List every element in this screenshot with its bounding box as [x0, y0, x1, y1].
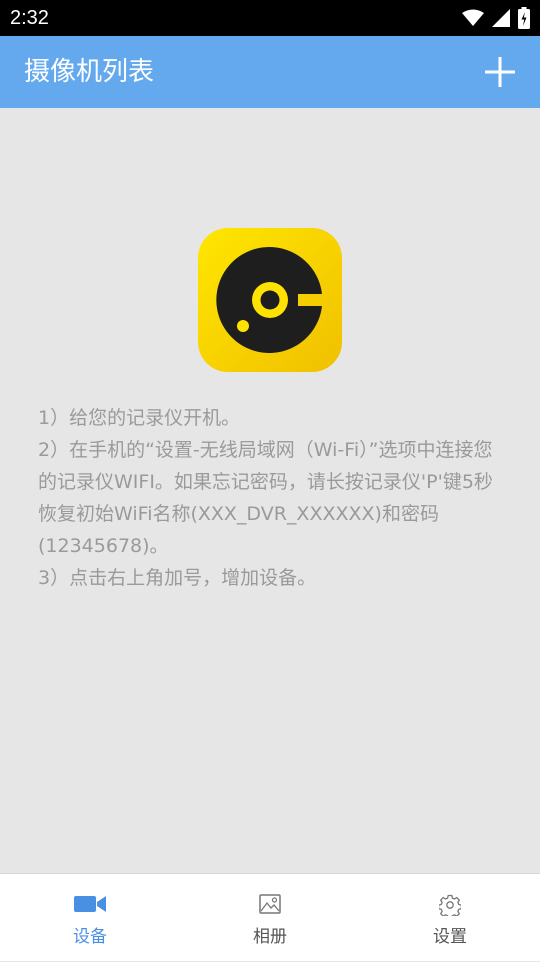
video-camera-icon	[74, 894, 106, 914]
signal-icon	[492, 9, 510, 27]
status-icons	[462, 7, 530, 29]
nav-label-album: 相册	[253, 927, 287, 947]
battery-icon	[518, 7, 530, 29]
app-logo	[198, 228, 342, 372]
bottom-nav: 设备 相册 设置	[0, 873, 540, 961]
status-time: 2:32	[10, 7, 49, 29]
nav-item-devices[interactable]: 设备	[0, 874, 180, 962]
plus-icon	[485, 57, 515, 87]
wifi-icon	[462, 9, 484, 27]
app-bar: 摄像机列表	[0, 36, 540, 108]
nav-label-devices: 设备	[73, 927, 107, 947]
setup-instructions: 1）给您的记录仪开机。 2）在手机的“设置-无线局域网（Wi-Fi）”选项中连接…	[38, 402, 508, 594]
instruction-step-3: 3）点击右上角加号，增加设备。	[38, 567, 317, 589]
status-bar: 2:32	[0, 0, 540, 36]
instruction-step-2: 2）在手机的“设置-无线局域网（Wi-Fi）”选项中连接您的记录仪WIFI。如果…	[38, 439, 493, 557]
camera-list-empty-state: 1）给您的记录仪开机。 2）在手机的“设置-无线局域网（Wi-Fi）”选项中连接…	[0, 108, 540, 873]
nav-label-settings: 设置	[433, 927, 467, 947]
image-icon	[259, 894, 281, 914]
instruction-step-1: 1）给您的记录仪开机。	[38, 407, 241, 429]
nav-item-settings[interactable]: 设置	[360, 874, 540, 962]
add-camera-button[interactable]	[484, 56, 516, 88]
page-title: 摄像机列表	[24, 57, 155, 87]
nav-item-album[interactable]: 相册	[180, 874, 360, 962]
gear-icon	[439, 894, 461, 916]
